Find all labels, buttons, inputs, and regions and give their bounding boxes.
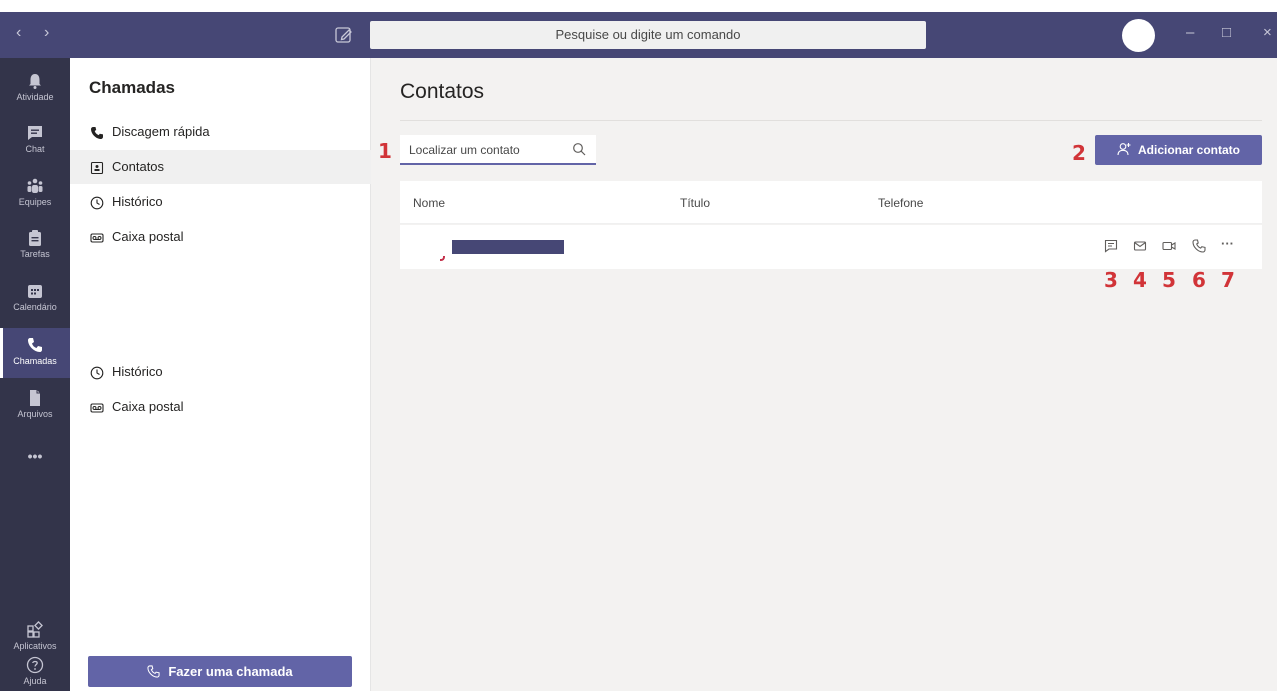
nav-item-caixa-postal[interactable]: Caixa postal [70, 220, 371, 254]
calendar-icon [28, 285, 42, 298]
page-title: Contatos [400, 80, 485, 103]
nav-label: Caixa postal [112, 399, 184, 414]
compose-icon[interactable] [334, 25, 354, 45]
files-icon [30, 390, 40, 406]
rail-label: Tarefas [20, 249, 50, 259]
chat-icon[interactable] [1104, 239, 1118, 253]
voicemail-icon [90, 403, 104, 413]
rail-label: Chamadas [13, 356, 57, 366]
voicemail-icon [90, 233, 104, 243]
nav-item-historico[interactable]: Histórico [70, 185, 371, 219]
rail-item-calendario[interactable]: Calendário [0, 274, 70, 324]
annotation-6: 6 [1192, 268, 1206, 292]
rail-item-chamadas[interactable]: Chamadas [0, 328, 70, 378]
search-input[interactable]: Pesquise ou digite um comando [370, 21, 926, 49]
nav-item-speed-dial[interactable]: Discagem rápida [70, 115, 371, 149]
nav-label: Histórico [112, 364, 163, 379]
chat-icon [28, 126, 42, 140]
find-contact-input[interactable]: Localizar um contato [400, 135, 596, 165]
bell-icon [29, 74, 41, 89]
call-icon[interactable] [1192, 239, 1206, 253]
tasks-icon [29, 230, 41, 246]
teams-window: ‹ › Pesquise ou digite um comando – □ × … [0, 12, 1277, 691]
rail-item-tarefas[interactable]: Tarefas [0, 221, 70, 271]
contacts-main: Contatos Localizar um contato Adicionar … [371, 58, 1277, 691]
phone-icon [28, 338, 42, 352]
title-bar: ‹ › Pesquise ou digite um comando – □ × [0, 12, 1277, 58]
rail-label: Ajuda [23, 676, 47, 686]
rail-item-arquivos[interactable]: Arquivos [0, 381, 70, 431]
annotation-1: 1 [378, 139, 392, 163]
minimize-button[interactable]: – [1186, 24, 1194, 41]
rail-label: Chat [25, 144, 45, 154]
add-contact-button[interactable]: Adicionar contato [1095, 135, 1262, 165]
column-header-titulo: Título [680, 196, 711, 210]
contacts-icon [90, 161, 104, 174]
nav-item-caixa-postal[interactable]: Caixa postal [70, 390, 371, 424]
forward-icon[interactable]: › [44, 24, 49, 42]
add-contact-label: Adicionar contato [1137, 143, 1240, 157]
column-header-telefone: Telefone [878, 196, 924, 210]
annotation-7: 7 [1221, 268, 1235, 292]
nav-label: Contatos [112, 159, 165, 174]
nav-item-historico[interactable]: Histórico [70, 355, 371, 389]
add-person-icon [1117, 143, 1131, 156]
make-call-label: Fazer uma chamada [168, 664, 293, 679]
nav-label: Caixa postal [112, 229, 184, 244]
rail-item-equipes[interactable]: Equipes [0, 169, 70, 219]
app-rail: Atividade Chat Equipes Tarefas Calendári… [0, 58, 70, 691]
close-button[interactable]: × [1263, 24, 1272, 41]
more-options-icon[interactable]: ··· [1221, 236, 1243, 251]
nav-label: Histórico [112, 194, 163, 209]
search-icon[interactable] [572, 142, 586, 156]
speed-dial-icon [91, 126, 103, 139]
avatar[interactable] [1122, 19, 1155, 52]
annotation-3: 3 [1104, 268, 1118, 292]
rail-label: Arquivos [17, 409, 53, 419]
annotation-5: 5 [1162, 268, 1176, 292]
rail-label: Calendário [13, 302, 57, 312]
panel-title: Chamadas [89, 78, 175, 97]
nav-item-contatos[interactable]: Contatos [70, 150, 371, 184]
annotation-2: 2 [1072, 141, 1086, 165]
nav-label: Discagem rápida [112, 124, 210, 139]
table-row[interactable]: ··· [400, 225, 1262, 269]
help-icon [26, 656, 44, 674]
table-header: Nome Título Telefone [400, 181, 1262, 224]
apps-icon [27, 621, 43, 638]
divider [400, 120, 1262, 121]
rail-item-chat[interactable]: Chat [0, 116, 70, 166]
rail-label: Equipes [18, 197, 52, 207]
teams-icon [27, 178, 43, 193]
presence-indicator [440, 256, 445, 261]
make-call-button[interactable]: Fazer uma chamada [88, 656, 352, 687]
back-icon[interactable]: ‹ [16, 24, 21, 42]
email-icon[interactable] [1133, 239, 1147, 253]
annotation-4: 4 [1133, 268, 1147, 292]
phone-icon [147, 665, 160, 678]
history-icon [90, 196, 104, 209]
video-icon[interactable] [1162, 239, 1176, 253]
more-apps-icon[interactable]: ••• [0, 444, 70, 474]
calls-panel: Chamadas Discagem rápida Contatos Histór… [70, 58, 371, 691]
column-header-nome: Nome [413, 196, 446, 210]
history-icon [90, 366, 104, 379]
redacted-contact-name [452, 240, 564, 254]
find-contact-placeholder: Localizar um contato [409, 143, 520, 157]
rail-label: Atividade [16, 92, 54, 102]
rail-item-atividade[interactable]: Atividade [0, 64, 70, 114]
maximize-button[interactable]: □ [1222, 24, 1231, 41]
